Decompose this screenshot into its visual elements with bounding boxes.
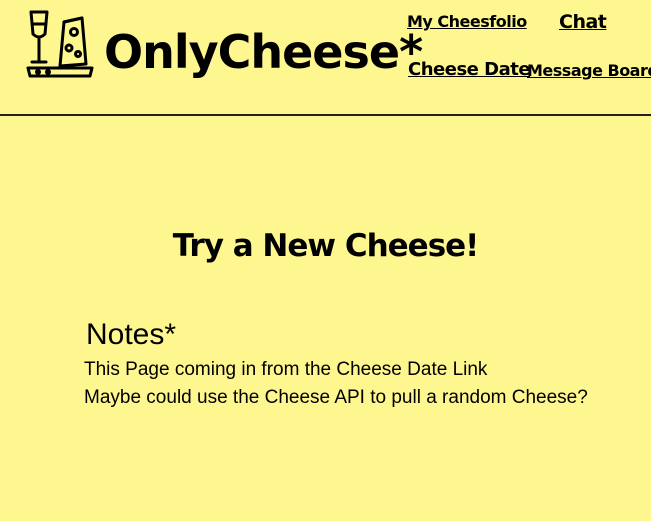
wine-glass-and-cheese-board-icon[interactable] — [24, 10, 96, 80]
site-header: OnlyCheese* My Cheesfolio Chat Cheese Da… — [0, 0, 651, 116]
nav-my-cheesfolio-link[interactable]: My Cheesfolio — [407, 12, 527, 31]
nav-chat-link[interactable]: Chat — [559, 11, 607, 33]
note-line: Maybe could use the Cheese API to pull a… — [84, 387, 588, 408]
nav-cheese-date-link[interactable]: Cheese Date — [408, 59, 531, 80]
page-title: Try a New Cheese! — [172, 228, 480, 264]
brand-title[interactable]: OnlyCheese* — [104, 22, 423, 82]
nav-message-board-link[interactable]: Message Board — [527, 61, 651, 80]
notes-heading: Notes* — [86, 318, 177, 351]
note-line: This Page coming in from the Cheese Date… — [84, 359, 488, 380]
